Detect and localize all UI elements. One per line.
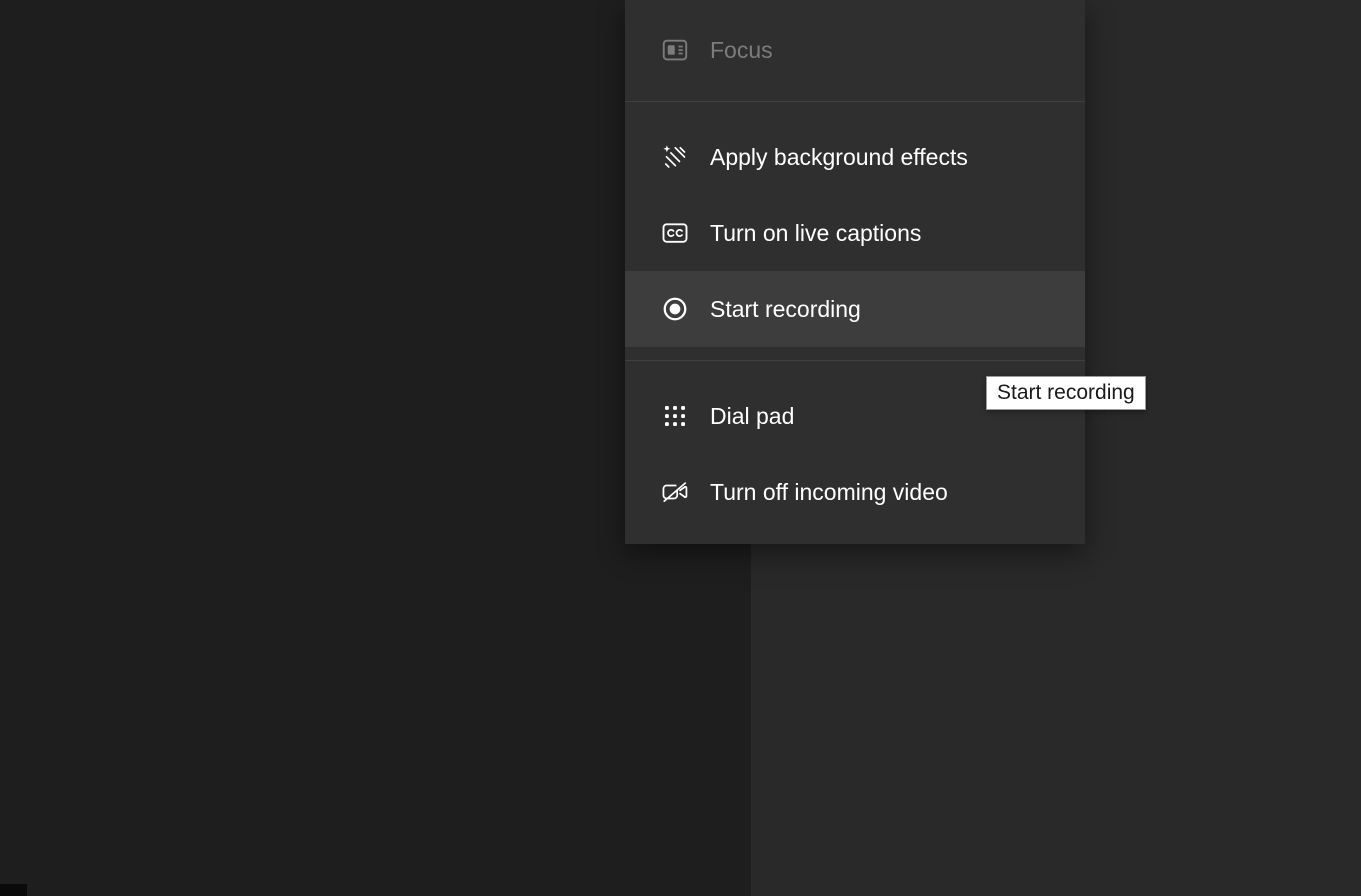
more-actions-menu: Focus Apply background effects	[625, 0, 1085, 544]
menu-item-turn-off-incoming-video[interactable]: Turn off incoming video	[625, 454, 1085, 530]
menu-item-label: Turn off incoming video	[710, 481, 948, 504]
menu-item-label: Turn on live captions	[710, 222, 921, 245]
focus-icon	[660, 35, 690, 65]
background-effects-icon	[660, 142, 690, 172]
menu-item-apply-background-effects[interactable]: Apply background effects	[625, 119, 1085, 195]
live-captions-icon	[660, 218, 690, 248]
start-recording-tooltip: Start recording	[986, 376, 1146, 410]
menu-item-start-recording[interactable]: Start recording	[625, 271, 1085, 347]
menu-item-turn-on-live-captions[interactable]: Turn on live captions	[625, 195, 1085, 271]
menu-item-focus[interactable]: Focus	[625, 12, 1085, 88]
menu-item-label: Dial pad	[710, 405, 794, 428]
menu-divider	[625, 360, 1085, 361]
menu-item-label: Focus	[710, 39, 773, 62]
dial-pad-icon	[660, 401, 690, 431]
menu-divider	[625, 101, 1085, 102]
window-corner	[0, 884, 27, 896]
menu-item-label: Start recording	[710, 298, 861, 321]
tooltip-text: Start recording	[997, 381, 1135, 404]
record-icon	[660, 294, 690, 324]
video-off-icon	[660, 477, 690, 507]
menu-item-label: Apply background effects	[710, 146, 968, 169]
